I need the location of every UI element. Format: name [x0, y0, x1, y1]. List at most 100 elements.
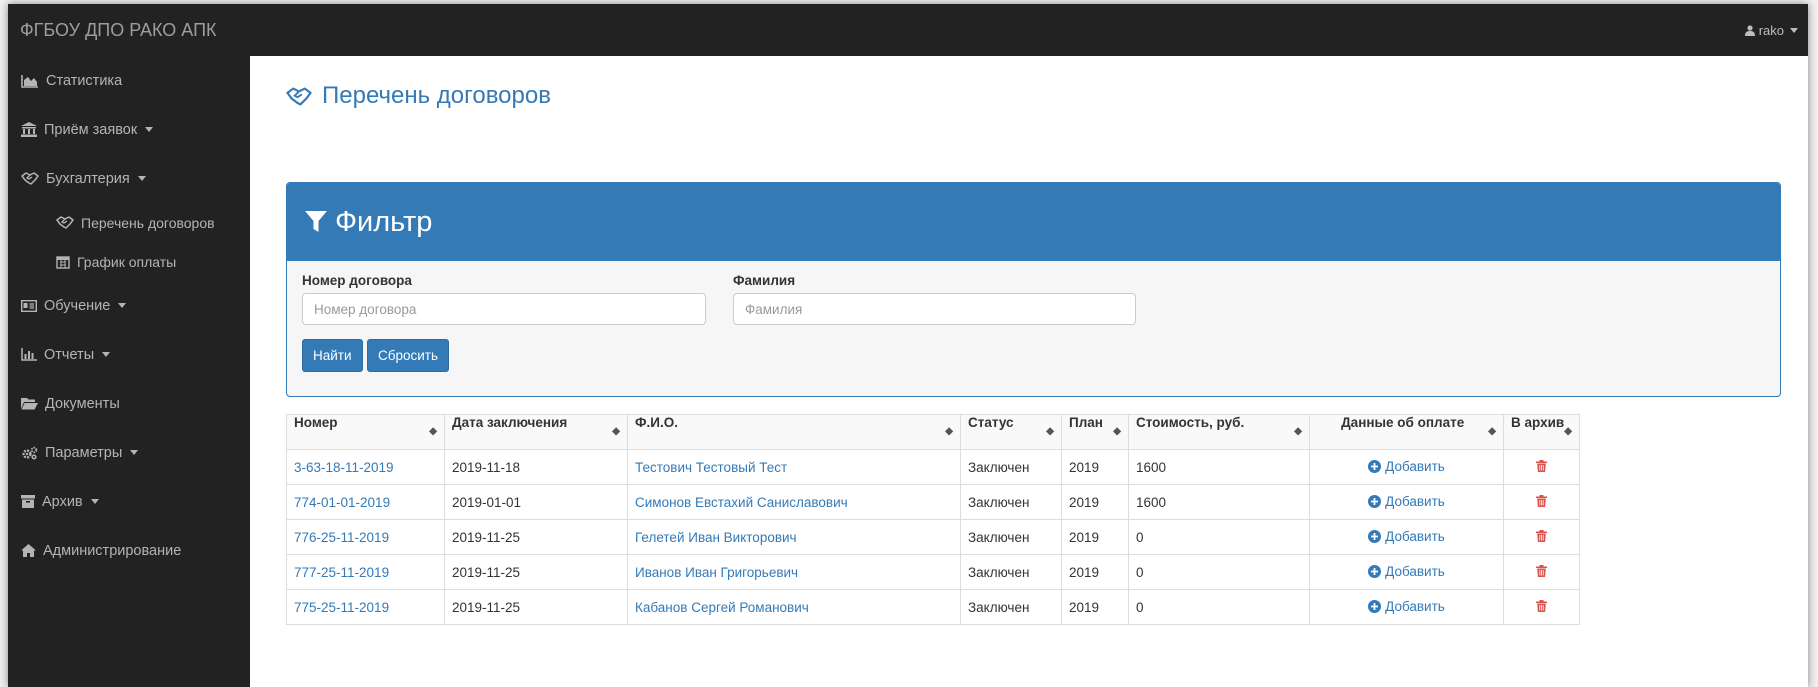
- app-window: ФГБОУ ДПО РАКО АПК rako Статистика Приём…: [8, 4, 1808, 687]
- add-payment-link[interactable]: Добавить: [1368, 459, 1445, 474]
- column-header-plan[interactable]: План ◆: [1061, 414, 1129, 450]
- person-name-link[interactable]: Гелетей Иван Викторович: [635, 530, 797, 545]
- contract-number-label: Номер договора: [302, 273, 412, 288]
- sidebar-item-education[interactable]: Обучение: [8, 281, 250, 330]
- sidebar-item-administration[interactable]: Администрирование: [8, 526, 250, 575]
- contract-number-link[interactable]: 775-25-11-2019: [294, 600, 389, 615]
- reset-button[interactable]: Сбросить: [367, 339, 450, 372]
- cell-status: Заключен: [960, 449, 1062, 485]
- sort-icon: ◆: [1488, 426, 1496, 437]
- trash-icon[interactable]: [1536, 599, 1547, 612]
- sidebar: Статистика Приём заявок Бухгалтерия Пере…: [8, 56, 250, 687]
- contract-number-input[interactable]: [302, 293, 706, 325]
- plus-circle-icon: [1368, 529, 1382, 543]
- page-title-text: Перечень договоров: [322, 82, 551, 109]
- add-payment-link[interactable]: Добавить: [1368, 564, 1445, 579]
- contract-number-link[interactable]: 776-25-11-2019: [294, 530, 389, 545]
- cell-status: Заключен: [960, 589, 1062, 625]
- plus-circle-icon: [1368, 564, 1382, 578]
- contract-number-link[interactable]: 777-25-11-2019: [294, 565, 389, 580]
- add-payment-link[interactable]: Добавить: [1368, 599, 1445, 614]
- sidebar-item-label: Бухгалтерия: [46, 170, 130, 187]
- cell-date: 2019-11-25: [444, 554, 628, 590]
- sort-icon: ◆: [945, 426, 953, 437]
- filter-panel-heading: Фильтр: [287, 183, 1780, 261]
- sidebar-item-contracts-list[interactable]: Перечень договоров: [8, 203, 250, 242]
- contract-number-link[interactable]: 774-01-01-2019: [294, 495, 390, 510]
- cell-payment: Добавить: [1309, 519, 1504, 555]
- person-name-link[interactable]: Симонов Евстахий Саниславович: [635, 495, 848, 510]
- add-payment-link[interactable]: Добавить: [1368, 494, 1445, 509]
- caret-down-icon: [137, 176, 146, 181]
- person-name-link[interactable]: Иванов Иван Григорьевич: [635, 565, 798, 580]
- surname-input[interactable]: [733, 293, 1136, 325]
- surname-group: Фамилия: [733, 273, 1136, 325]
- sort-icon: ◆: [1046, 426, 1054, 437]
- sidebar-item-accounting[interactable]: Бухгалтерия: [8, 154, 250, 203]
- column-header-name[interactable]: Ф.И.О. ◆: [627, 414, 961, 450]
- id-card-icon: [21, 299, 37, 312]
- add-payment-label: Добавить: [1385, 493, 1445, 509]
- sidebar-item-label: Обучение: [44, 297, 111, 314]
- add-payment-link[interactable]: Добавить: [1368, 529, 1445, 544]
- sidebar-item-archive[interactable]: Архив: [8, 477, 250, 526]
- institution-icon: [21, 122, 37, 137]
- sidebar-item-documents[interactable]: Документы: [8, 379, 250, 428]
- cell-name: Иванов Иван Григорьевич: [627, 554, 961, 590]
- table-row: 3-63-18-11-2019 2019-11-18 Тестович Тест…: [286, 449, 1580, 485]
- person-name-link[interactable]: Тестович Тестовый Тест: [635, 460, 787, 475]
- column-header-number[interactable]: Номер ◆: [286, 414, 445, 450]
- area-chart-icon: [21, 74, 38, 88]
- sidebar-item-label: Отчеты: [44, 346, 95, 363]
- cell-name: Симонов Евстахий Саниславович: [627, 484, 961, 520]
- sidebar-item-label: Параметры: [45, 444, 123, 461]
- sort-icon: ◆: [1294, 426, 1302, 437]
- cell-number: 774-01-01-2019: [286, 484, 445, 520]
- sidebar-item-parameters[interactable]: Параметры: [8, 428, 250, 477]
- column-header-status[interactable]: Статус ◆: [960, 414, 1062, 450]
- sidebar-item-label: Перечень договоров: [81, 214, 215, 231]
- cell-number: 777-25-11-2019: [286, 554, 445, 590]
- cell-payment: Добавить: [1309, 589, 1504, 625]
- caret-down-icon: [1790, 27, 1798, 33]
- handshake-icon: [56, 216, 74, 229]
- column-header-date[interactable]: Дата заключения ◆: [444, 414, 628, 450]
- sidebar-item-statistics[interactable]: Статистика: [8, 56, 250, 105]
- user-menu[interactable]: rako: [1744, 23, 1808, 38]
- sort-icon: ◆: [1113, 426, 1121, 437]
- sidebar-item-label: Документы: [45, 395, 120, 412]
- find-button[interactable]: Найти: [302, 339, 363, 372]
- brand-link[interactable]: ФГБОУ ДПО РАКО АПК: [8, 20, 217, 41]
- sidebar-item-applications[interactable]: Приём заявок: [8, 105, 250, 154]
- cell-archive: [1503, 554, 1580, 590]
- cell-cost: 0: [1128, 519, 1310, 555]
- cell-number: 775-25-11-2019: [286, 589, 445, 625]
- trash-icon[interactable]: [1536, 494, 1547, 507]
- trash-icon[interactable]: [1536, 564, 1547, 577]
- contract-number-link[interactable]: 3-63-18-11-2019: [294, 460, 394, 475]
- column-header-payment[interactable]: Данные об оплате ◆: [1309, 414, 1504, 450]
- handshake-icon: [286, 86, 312, 106]
- column-header-cost[interactable]: Стоимость, руб. ◆: [1128, 414, 1310, 450]
- contract-number-group: Номер договора: [302, 273, 706, 325]
- trash-icon[interactable]: [1536, 529, 1547, 542]
- person-name-link[interactable]: Кабанов Сергей Романович: [635, 600, 809, 615]
- sidebar-item-payment-schedule[interactable]: График оплаты: [8, 242, 250, 281]
- cell-cost: 0: [1128, 554, 1310, 590]
- cell-number: 3-63-18-11-2019: [286, 449, 445, 485]
- cell-name: Кабанов Сергей Романович: [627, 589, 961, 625]
- cell-cost: 0: [1128, 589, 1310, 625]
- sidebar-item-reports[interactable]: Отчеты: [8, 330, 250, 379]
- cell-date: 2019-01-01: [444, 484, 628, 520]
- table-row: 774-01-01-2019 2019-01-01 Симонов Евстах…: [286, 484, 1580, 520]
- contracts-table: Номер ◆ Дата заключения ◆ Ф.И.О. ◆ Статус ◆ …: [286, 414, 1580, 625]
- sidebar-item-label: График оплаты: [77, 253, 177, 270]
- column-header-archive[interactable]: В архив ◆: [1503, 414, 1580, 450]
- cell-name: Гелетей Иван Викторович: [627, 519, 961, 555]
- cell-plan: 2019: [1061, 589, 1129, 625]
- table-row: 776-25-11-2019 2019-11-25 Гелетей Иван В…: [286, 519, 1580, 555]
- caret-down-icon: [90, 499, 99, 504]
- filter-title: Фильтр: [335, 205, 433, 238]
- table-header-row: Номер ◆ Дата заключения ◆ Ф.И.О. ◆ Статус ◆ …: [286, 414, 1580, 450]
- trash-icon[interactable]: [1536, 459, 1547, 472]
